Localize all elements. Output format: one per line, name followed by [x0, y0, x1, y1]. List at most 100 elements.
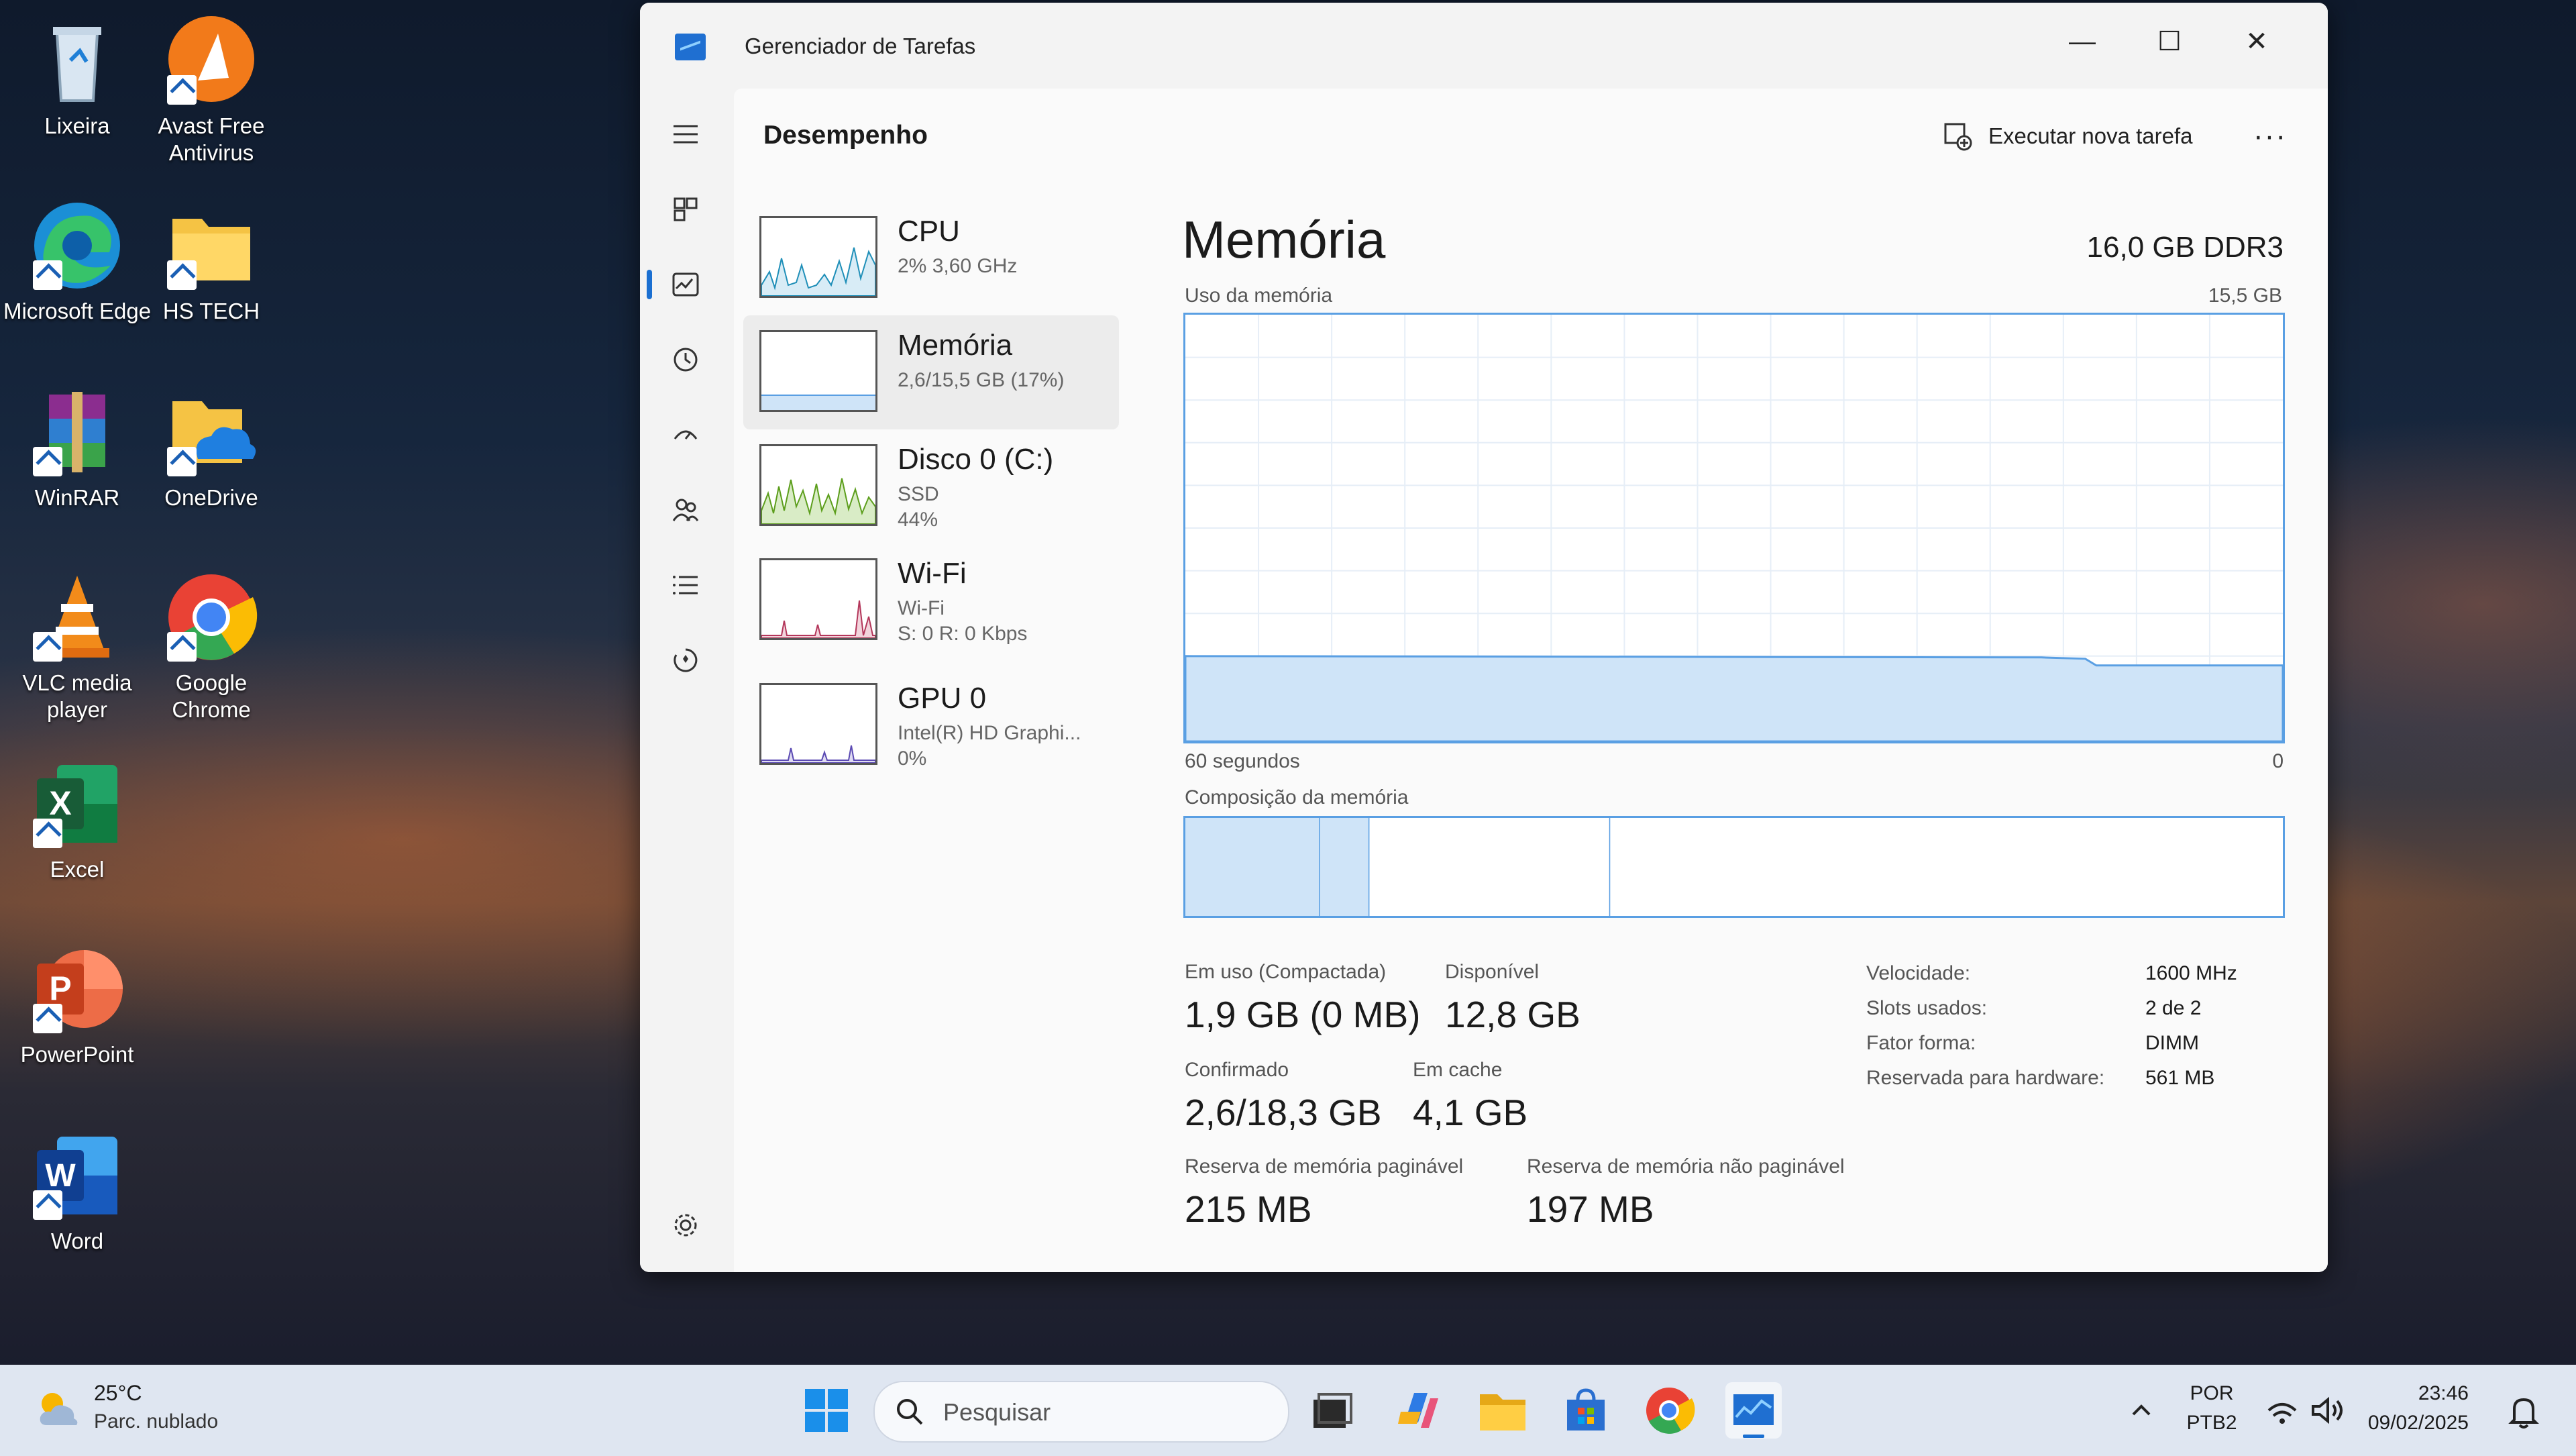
- users-icon[interactable]: [663, 487, 708, 533]
- performance-icon[interactable]: [663, 262, 708, 307]
- nonpaged-pool-value: 197 MB: [1527, 1188, 1654, 1230]
- settings-gear-icon[interactable]: [663, 1202, 708, 1248]
- task-manager-taskbar-icon[interactable]: [1725, 1382, 1782, 1439]
- run-new-task-label: Executar nova tarefa: [1988, 123, 2193, 148]
- usage-graph-label: Uso da memória: [1185, 284, 1333, 307]
- processes-icon[interactable]: [663, 187, 708, 232]
- chrome-taskbar-icon[interactable]: [1641, 1382, 1697, 1439]
- clock-date[interactable]: 09/02/2025: [2348, 1412, 2469, 1435]
- desktop-icon-onedrive[interactable]: OneDrive: [134, 385, 288, 511]
- time-axis-right: 0: [2272, 750, 2284, 772]
- start-windows-icon[interactable]: [798, 1382, 855, 1439]
- nonpaged-pool-label: Reserva de memória não paginável: [1527, 1155, 1845, 1178]
- desktop-icon-hs-tech[interactable]: HS TECH: [134, 199, 288, 325]
- clock-time[interactable]: 23:46: [2361, 1382, 2469, 1405]
- desktop-icon-label: PowerPoint: [20, 1042, 134, 1067]
- committed-value: 2,6/18,3 GB: [1185, 1092, 1382, 1133]
- shortcut-arrow-icon: [167, 447, 197, 476]
- composition-standby-segment: [1369, 818, 1611, 916]
- cached-value: 4,1 GB: [1413, 1092, 1528, 1133]
- minimize-button[interactable]: —: [2042, 15, 2123, 68]
- memory-composition-bar: [1183, 816, 2285, 918]
- recycle-bin-icon: [30, 13, 124, 107]
- show-hidden-icons-chevron-up-icon[interactable]: [2113, 1382, 2169, 1439]
- shortcut-arrow-icon: [167, 260, 197, 290]
- shortcut-arrow-icon: [33, 819, 62, 848]
- title-bar[interactable]: Gerenciador de Tarefas — ☐ ✕: [640, 3, 2328, 89]
- desktop-icon-chrome[interactable]: Google Chrome: [134, 570, 288, 723]
- page-header: Desempenho Executar nova tarefa ···: [734, 89, 2328, 183]
- app-history-icon[interactable]: [663, 337, 708, 382]
- resource-detail: Intel(R) HD Graphi...: [898, 722, 1081, 744]
- memory-usage-area: [1185, 655, 2283, 741]
- navigation-rail: [640, 89, 734, 1272]
- resource-detail: 0%: [898, 747, 927, 770]
- weather-partly-cloudy-icon[interactable]: [34, 1385, 82, 1433]
- desktop-icon-winrar[interactable]: WinRAR: [0, 385, 154, 511]
- resource-item-memory[interactable]: Memória 2,6/15,5 GB (17%): [743, 315, 1119, 429]
- excel-icon: X: [30, 757, 124, 851]
- weather-description[interactable]: Parc. nublado: [94, 1410, 218, 1433]
- memory-usage-graph: [1183, 313, 2285, 743]
- desktop-icon-edge[interactable]: Microsoft Edge: [0, 199, 154, 325]
- resource-item-disk[interactable]: Disco 0 (C:) SSD 44%: [743, 429, 1119, 543]
- maximize-button[interactable]: ☐: [2129, 15, 2210, 68]
- desktop-icon-vlc[interactable]: VLC media player: [0, 570, 154, 723]
- detail-key: Slots usados:: [1866, 997, 1988, 1019]
- shortcut-arrow-icon: [33, 260, 62, 290]
- composition-label: Composição da memória: [1185, 786, 1409, 809]
- resource-detail: Wi-Fi: [898, 597, 945, 619]
- composition-in-use-segment: [1185, 818, 1320, 916]
- search-placeholder: Pesquisar: [943, 1398, 1051, 1426]
- resource-list: CPU 2% 3,60 GHz Memória 2,6/15,5 GB (17%…: [743, 201, 1119, 782]
- services-icon[interactable]: [663, 637, 708, 683]
- desktop-icon-label: Word: [50, 1229, 104, 1253]
- edge-icon: [30, 199, 124, 293]
- disk-thumbnail-graph: [759, 444, 877, 526]
- desktop-icon-excel[interactable]: X Excel: [0, 757, 154, 883]
- startup-apps-icon[interactable]: [663, 412, 708, 458]
- weather-temperature[interactable]: 25°C: [94, 1381, 142, 1406]
- svg-text:X: X: [49, 784, 71, 822]
- task-manager-window: Gerenciador de Tarefas — ☐ ✕ Desempenho …: [640, 3, 2328, 1272]
- notification-bell-icon[interactable]: [2496, 1382, 2552, 1439]
- file-explorer-icon[interactable]: [1474, 1382, 1531, 1439]
- winrar-icon: [30, 385, 124, 479]
- desktop-icon-powerpoint[interactable]: P PowerPoint: [0, 942, 154, 1068]
- desktop-icon-label: Lixeira: [44, 113, 110, 138]
- details-list-icon[interactable]: [663, 562, 708, 608]
- resource-item-wifi[interactable]: Wi-Fi Wi-Fi S: 0 R: 0 Kbps: [743, 543, 1119, 668]
- resource-name: Wi-Fi: [898, 557, 967, 590]
- resource-detail: SSD: [898, 483, 939, 505]
- committed-label: Confirmado: [1185, 1059, 1289, 1081]
- input-language[interactable]: POR: [2188, 1382, 2235, 1405]
- gpu-thumbnail-graph: [759, 683, 877, 765]
- hamburger-menu-icon[interactable]: [663, 111, 708, 157]
- desktop-icon-avast[interactable]: Avast Free Antivirus: [134, 13, 288, 166]
- more-options-button[interactable]: ···: [2243, 113, 2297, 160]
- resource-item-gpu[interactable]: GPU 0 Intel(R) HD Graphi... 0%: [743, 668, 1119, 782]
- detail-value: 561 MB: [2145, 1067, 2215, 1089]
- taskbar: 25°C Parc. nublado Pesquisar POR PTB2 23…: [0, 1365, 2576, 1456]
- shortcut-arrow-icon: [33, 1004, 62, 1033]
- resource-item-cpu[interactable]: CPU 2% 3,60 GHz: [743, 201, 1119, 315]
- resource-detail: 44%: [898, 509, 938, 531]
- chrome-icon: [164, 570, 258, 664]
- detail-key: Reservada para hardware:: [1866, 1067, 2105, 1089]
- microsoft-store-icon[interactable]: [1558, 1382, 1614, 1439]
- run-new-task-button[interactable]: Executar nova tarefa: [1941, 113, 2193, 160]
- detail-value: 1600 MHz: [2145, 962, 2237, 984]
- cpu-thumbnail-graph: [759, 216, 877, 298]
- memory-spec: 16,0 GB DDR3: [2086, 231, 2284, 264]
- resource-name: Memória: [898, 329, 1013, 362]
- desktop-icon-word[interactable]: W Word: [0, 1129, 154, 1255]
- task-view-icon[interactable]: [1303, 1382, 1359, 1439]
- resource-name: Disco 0 (C:): [898, 443, 1054, 476]
- memory-usage-graph-svg: [1185, 315, 2283, 741]
- close-button[interactable]: ✕: [2216, 15, 2297, 68]
- keyboard-layout[interactable]: PTB2: [2183, 1412, 2241, 1435]
- taskbar-search-box[interactable]: Pesquisar: [873, 1381, 1289, 1443]
- copilot-icon[interactable]: [1391, 1382, 1448, 1439]
- in-use-value: 1,9 GB (0 MB): [1185, 994, 1421, 1035]
- desktop-icon-recycle-bin[interactable]: Lixeira: [0, 13, 154, 140]
